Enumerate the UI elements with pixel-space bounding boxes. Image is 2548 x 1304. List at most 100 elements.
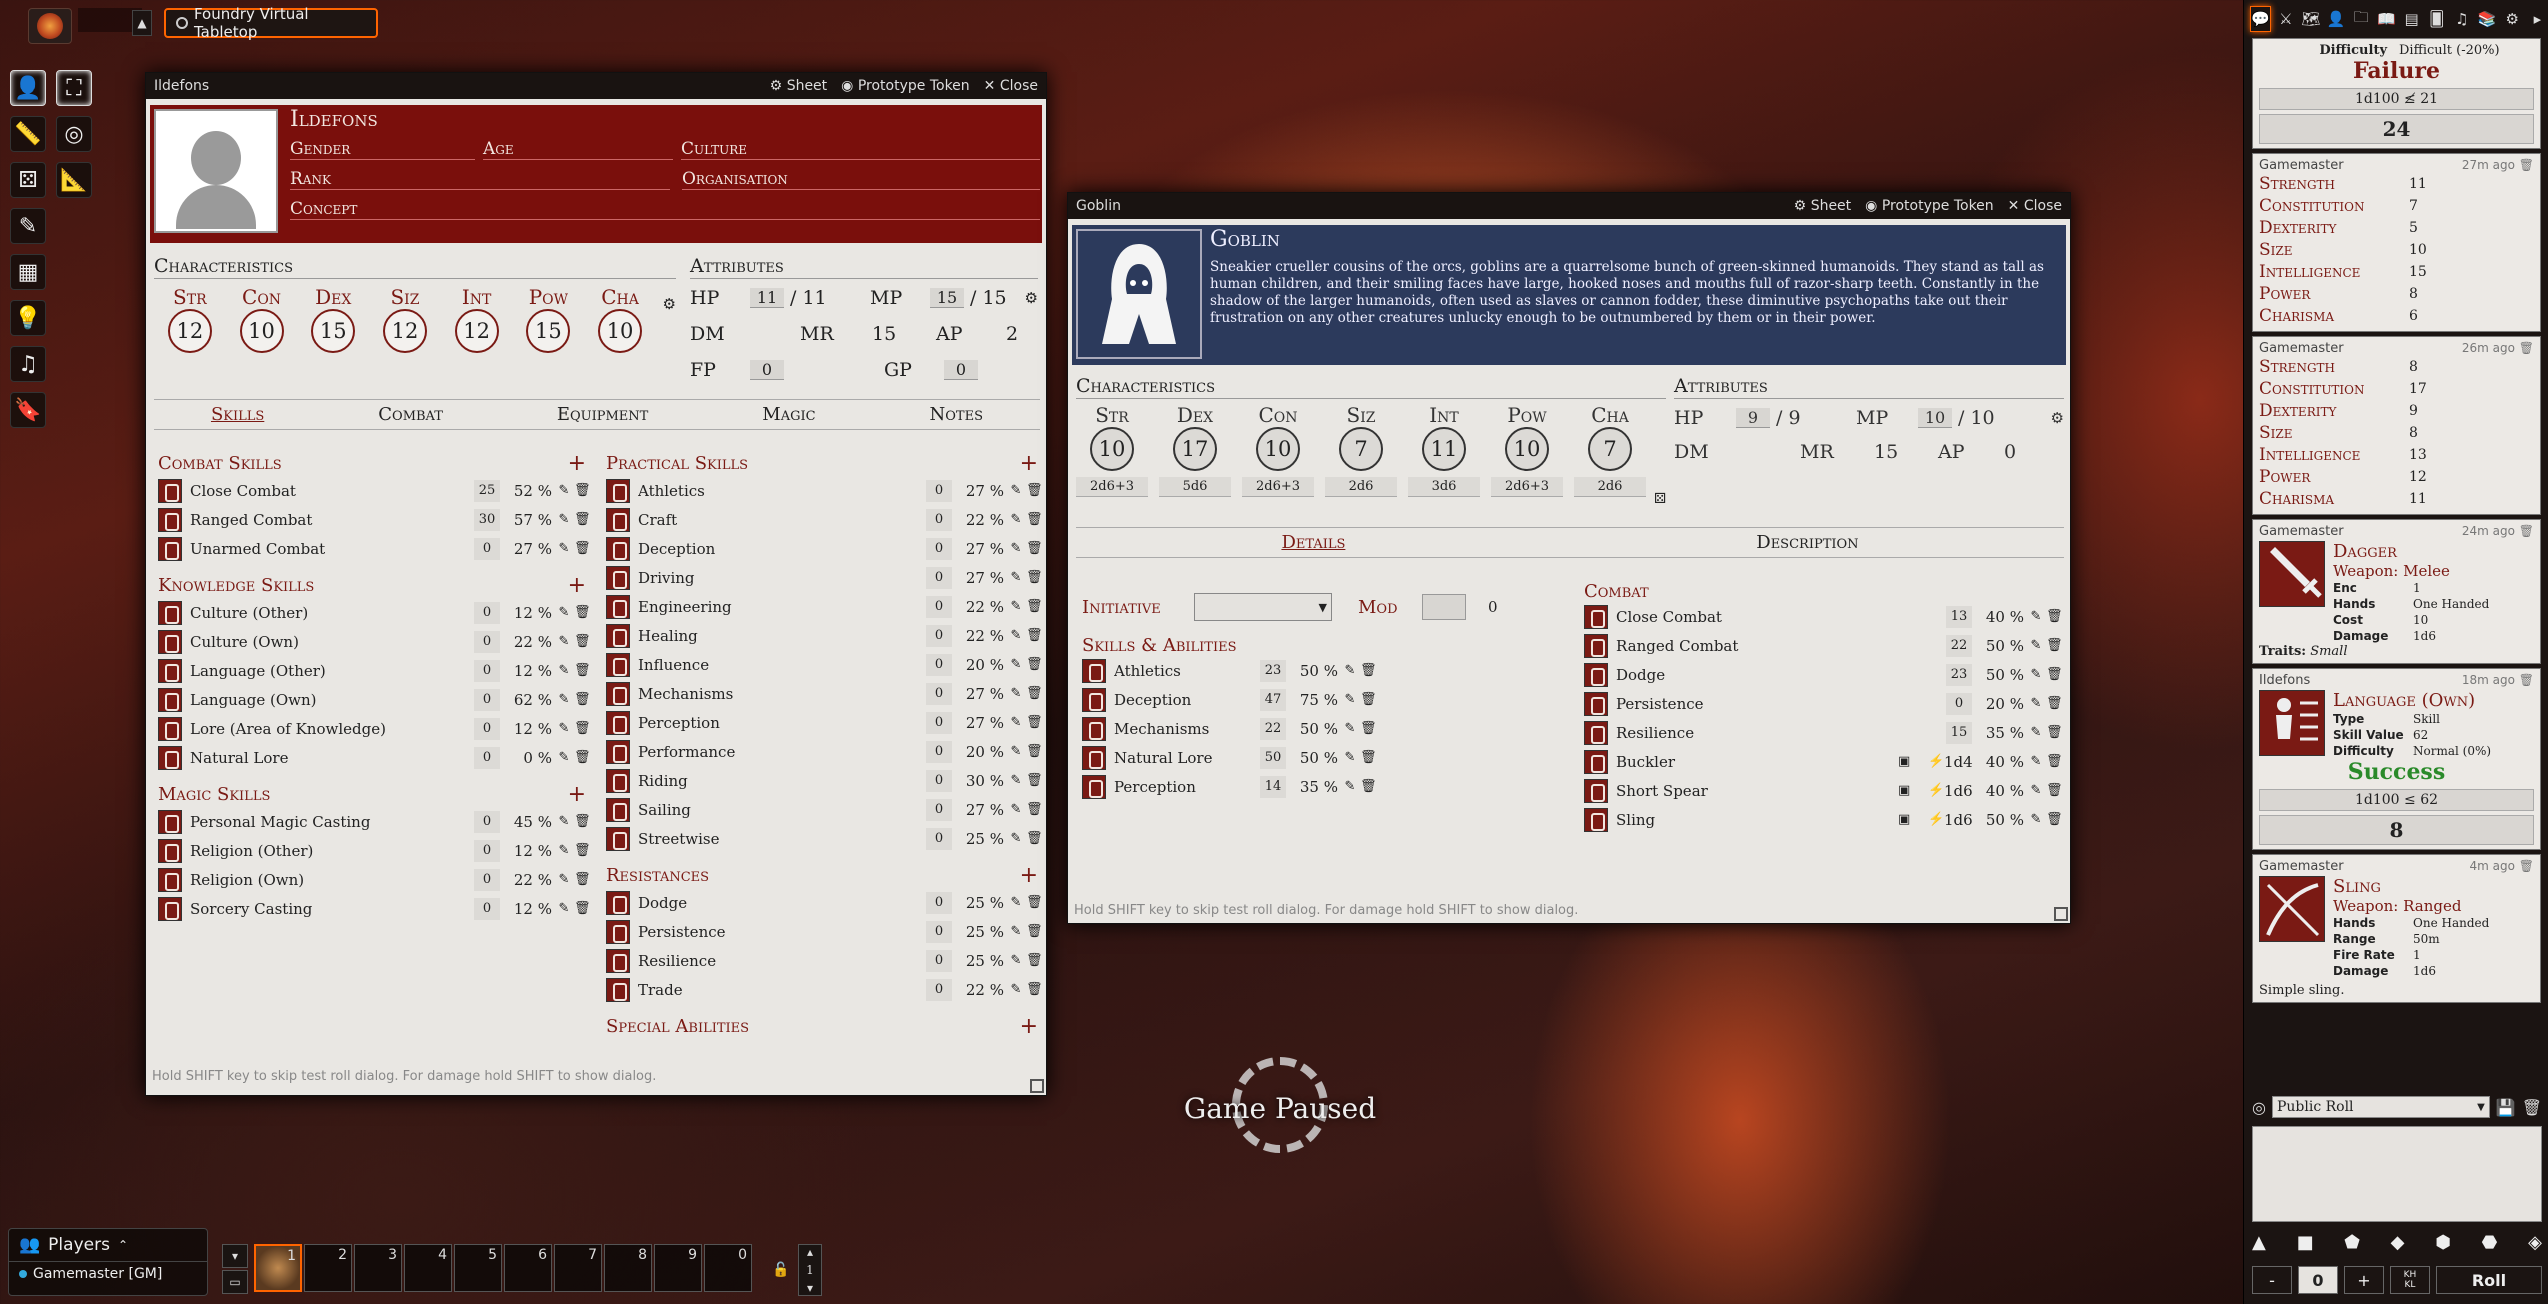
page-up-icon[interactable]: ▴ <box>807 1245 813 1259</box>
trash-icon[interactable]: 🗑 <box>2046 754 2063 769</box>
skill-name[interactable]: Sailing <box>638 801 926 819</box>
edit-icon[interactable]: ✎ <box>1010 541 1022 556</box>
players-panel[interactable]: 👥 Players ⌃ Gamemaster [GM] <box>8 1228 208 1296</box>
skill-name[interactable]: Personal Magic Casting <box>190 813 474 831</box>
skill-name[interactable]: Craft <box>638 511 926 529</box>
skill-value[interactable]: 0 <box>474 897 500 920</box>
skill-row-1-1[interactable]: Ranged Combat 22 50 % ✎ 🗑 <box>1584 631 2063 660</box>
char-dice-formula[interactable]: 5d6 <box>1159 477 1231 497</box>
skill-value[interactable]: 0 <box>926 682 952 705</box>
skill-value[interactable]: 0 <box>474 688 500 711</box>
char-siz[interactable]: Siz 12 <box>382 285 427 353</box>
skill-name[interactable]: Culture (Own) <box>190 633 474 651</box>
char-settings-gear-icon[interactable]: ⚙ <box>663 295 676 313</box>
skill-name[interactable]: Mechanisms <box>638 685 926 703</box>
skill-name[interactable]: Persistence <box>638 923 926 941</box>
edit-icon[interactable]: ✎ <box>1344 750 1356 765</box>
char-value[interactable]: 17 <box>1173 427 1217 471</box>
prototype-token-button[interactable]: ◉ Prototype Token <box>841 78 970 94</box>
skill-row-3-3[interactable]: Trade 0 22 % ✎ 🗑 <box>606 975 1043 1004</box>
trash-icon[interactable]: 🗑 <box>574 541 591 556</box>
skill-value[interactable]: 0 <box>474 868 500 891</box>
initiative-select[interactable]: ▼ <box>1194 593 1332 621</box>
skill-name[interactable]: Perception <box>638 714 926 732</box>
playlists-icon[interactable]: ♫ <box>2451 6 2472 32</box>
edit-icon[interactable]: ✎ <box>1010 773 1022 788</box>
edit-icon[interactable]: ✎ <box>558 512 570 527</box>
char-con[interactable]: Con 10 <box>239 285 284 353</box>
skill-name[interactable]: Riding <box>638 772 926 790</box>
trash-icon[interactable]: 🗑 <box>1026 628 1043 643</box>
trash-icon[interactable]: 🗑 <box>1360 750 1377 765</box>
mod-input[interactable] <box>1422 594 1466 620</box>
add-skill-plus-icon[interactable]: + <box>1020 863 1038 888</box>
skill-row-9-9[interactable]: Performance 0 20 % ✎ 🗑 <box>606 737 1043 766</box>
trash-icon[interactable]: 🗑 <box>1026 715 1043 730</box>
edit-icon[interactable]: ✎ <box>1010 599 1022 614</box>
char-str[interactable]: Str 12 <box>167 285 212 353</box>
edit-icon[interactable]: ✎ <box>2030 696 2042 711</box>
edit-icon[interactable]: ✎ <box>1344 692 1356 707</box>
add-skill-plus-icon[interactable]: + <box>568 782 586 807</box>
trash-icon[interactable]: 🗑 <box>1026 773 1043 788</box>
char-value[interactable]: 7 <box>1588 427 1632 471</box>
add-skill-plus-icon[interactable]: + <box>1020 1014 1038 1039</box>
chat-icon[interactable]: 💬 <box>2250 6 2272 32</box>
skill-row-11-11[interactable]: Sailing 0 27 % ✎ 🗑 <box>606 795 1043 824</box>
macro-slot-7[interactable]: 7 <box>554 1244 602 1292</box>
trash-icon[interactable]: 🗑 <box>574 634 591 649</box>
skill-row-8-8[interactable]: Perception 0 27 % ✎ 🗑 <box>606 708 1043 737</box>
skill-value[interactable]: 0 <box>474 601 500 624</box>
macro-slot-9[interactable]: 9 <box>654 1244 702 1292</box>
equip-bag-icon[interactable]: ▣ <box>1898 783 1928 798</box>
dice-roll-icon[interactable]: ⚄ <box>1654 491 1666 507</box>
trash-icon[interactable]: 🗑 <box>1026 953 1043 968</box>
skill-name[interactable]: Athletics <box>1114 662 1260 680</box>
hp-input[interactable]: 11 <box>750 288 784 308</box>
skill-row-2-2[interactable]: Resilience 0 25 % ✎ 🗑 <box>606 946 1043 975</box>
char-int[interactable]: Int 11 3d6 <box>1408 403 1480 497</box>
portrait-image[interactable] <box>154 109 278 233</box>
skill-row-2-2[interactable]: Unarmed Combat 0 27 % ✎ 🗑 <box>158 534 591 563</box>
weapon-damage[interactable]: 1d4 <box>1944 753 1978 771</box>
macro-slot-8[interactable]: 8 <box>604 1244 652 1292</box>
skill-name[interactable]: Language (Own) <box>190 691 474 709</box>
trash-icon[interactable]: 🗑 <box>1026 599 1043 614</box>
trash-icon[interactable]: 🗑 <box>1026 657 1043 672</box>
char-value[interactable]: 7 <box>1339 427 1383 471</box>
skill-value[interactable]: 0 <box>1946 692 1972 715</box>
d20-icon[interactable]: ⬣ <box>2482 1232 2498 1253</box>
culture-field[interactable]: Culture <box>681 139 1040 160</box>
lock-icon[interactable]: 🔓 <box>768 1248 794 1292</box>
trash-icon[interactable]: 🗑 <box>574 750 591 765</box>
char-pow[interactable]: Pow 15 <box>526 285 571 353</box>
trash-icon[interactable]: 🗑 <box>1360 779 1377 794</box>
skill-value[interactable]: 22 <box>1946 634 1972 657</box>
weapon-name[interactable]: Buckler <box>1616 753 1898 771</box>
skill-row-2-2[interactable]: Dodge 23 50 % ✎ 🗑 <box>1584 660 2063 689</box>
skill-value[interactable]: 0 <box>926 740 952 763</box>
skill-row-3-3[interactable]: Natural Lore 50 50 % ✎ 🗑 <box>1082 743 1377 772</box>
sheet-config-button[interactable]: ⚙ Sheet <box>1794 198 1852 214</box>
skill-value[interactable]: 25 <box>474 479 500 502</box>
skill-value[interactable]: 0 <box>926 537 952 560</box>
edit-icon[interactable]: ✎ <box>558 692 570 707</box>
trash-icon[interactable]: 🗑 <box>1026 512 1043 527</box>
edit-icon[interactable]: ✎ <box>1010 924 1022 939</box>
skill-row-0-0[interactable]: Close Combat 13 40 % ✎ 🗑 <box>1584 602 2063 631</box>
trash-icon[interactable]: 🗑 <box>2522 1098 2542 1117</box>
trash-icon[interactable]: 🗑 <box>1026 686 1043 701</box>
skill-row-0-0[interactable]: Culture (Other) 0 12 % ✎ 🗑 <box>158 598 591 627</box>
edit-icon[interactable]: ✎ <box>1010 512 1022 527</box>
skill-row-7-7[interactable]: Mechanisms 0 27 % ✎ 🗑 <box>606 679 1043 708</box>
measure-icon[interactable]: 📐 <box>56 162 92 198</box>
skill-name[interactable]: Ranged Combat <box>1616 637 1946 655</box>
skill-value[interactable]: 22 <box>1260 717 1286 740</box>
trash-icon[interactable]: 🗑 <box>574 872 591 887</box>
foundry-logo[interactable] <box>28 8 72 44</box>
skill-name[interactable]: Unarmed Combat <box>190 540 474 558</box>
resize-handle-icon[interactable] <box>1030 1079 1044 1093</box>
trash-icon[interactable]: 🗑 <box>1026 831 1043 846</box>
edit-icon[interactable]: ✎ <box>558 721 570 736</box>
edit-icon[interactable]: ✎ <box>558 634 570 649</box>
